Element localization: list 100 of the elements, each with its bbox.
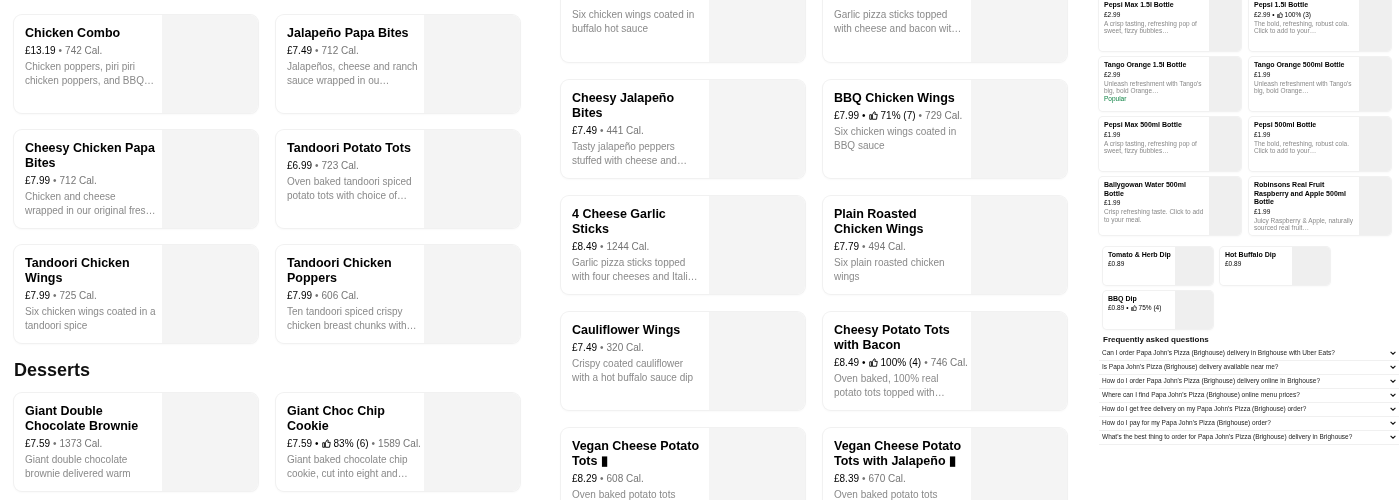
rating-text: 71% (7) [880, 109, 916, 122]
item-title: 4 Cheese Garlic Sticks [572, 207, 667, 237]
menu-item-card[interactable]: Tandoori Chicken Wings £7.99 • 725 Cal. Six chicken wings coated in a tandoori spice [14, 245, 258, 343]
item-title: Vegan Cheese Potato Tots ▮ [572, 439, 701, 469]
thumbs-up-icon [868, 111, 878, 120]
menu-item-card[interactable]: Chicken Combo £13.19 • 742 Cal. Chicken poppers, piri piri chicken poppers, and BBQ… [14, 15, 258, 113]
item-description: Jalapeños, cheese and ranch sauce wrapped in ou… [287, 60, 418, 88]
item-description: Giant baked chocolate chip cookie, cut into eight and… [287, 453, 409, 481]
item-price: £7.99 [25, 289, 51, 302]
separator: • [600, 341, 604, 354]
item-calories: 441 Cal. [606, 124, 644, 137]
rating-text: 83% (6) [333, 437, 369, 450]
item-description: Oven baked, 100% real potato tots topped with… [834, 372, 946, 400]
chevron-down-icon [1390, 365, 1396, 369]
item-calories: 712 Cal. [321, 44, 359, 57]
item-calories: 729 Cal. [925, 109, 963, 122]
item-description: Six chicken wings coated in buffalo hot sauce [572, 8, 696, 36]
item-title: Cauliflower Wings [572, 323, 682, 338]
chevron-down-icon [1390, 351, 1396, 355]
item-calories: 494 Cal. [868, 240, 906, 253]
item-calories: 725 Cal. [59, 289, 97, 302]
menu-item-card[interactable]: BBQ Chicken Wings £7.99 • 71% (7) • 729 Cal. Six chicken wings coated in BBQ sauce [823, 80, 1067, 178]
item-description: Crispy coated cauliflower with a hot buffalo sauce dip [572, 357, 694, 385]
menu-item-card[interactable]: Jalapeño Papa Bites £7.49 • 712 Cal. Jalapeños, cheese and ranch sauce wrapped in ou… [276, 15, 520, 113]
separator: • [918, 109, 923, 122]
menu-item-card[interactable]: Tandoori Chicken Poppers £7.99 • 606 Cal. Ten tandoori spiced crispy chicken breast chunks with… [276, 245, 520, 343]
item-calories: 723 Cal. [321, 159, 359, 172]
separator: • [315, 159, 319, 172]
separator: • [862, 240, 866, 253]
menu-item-card[interactable]: Plain Roasted Chicken Wings £7.79 • 494 Cal. Six plain roasted chicken wings [823, 196, 1067, 294]
separator: • [862, 109, 866, 122]
chevron-down-icon [1390, 393, 1396, 397]
separator: • [600, 124, 604, 137]
item-description: Oven baked potato tots [572, 488, 677, 500]
item-description: Garlic pizza sticks topped with cheese and bacon wit… [834, 8, 963, 36]
separator: • [371, 437, 376, 450]
item-description: Oven baked tandoori spiced potato tots with choice of… [287, 175, 413, 203]
thumbs-up-icon [1130, 305, 1137, 311]
item-calories: 746 Cal. [930, 356, 968, 369]
separator: • [315, 44, 319, 57]
menu-item-card[interactable]: Six chicken wings coated in buffalo hot sauce [561, 0, 805, 62]
item-title: Cheesy Jalapeño Bites [572, 91, 676, 121]
item-price: £6.99 [287, 159, 313, 172]
thumbs-up-icon [868, 358, 878, 367]
item-description: Six chicken wings coated in a tandoori spice [25, 305, 156, 333]
separator: • [53, 437, 57, 450]
separator: • [58, 44, 63, 57]
item-title: Jalapeño Papa Bites [287, 26, 410, 41]
item-title: Plain Roasted Chicken Wings [834, 207, 925, 237]
separator: • [315, 437, 319, 450]
separator: • [600, 472, 604, 485]
item-description: Tasty jalapeño peppers stuffed with cheese and… [572, 140, 688, 168]
menu-item-card[interactable]: Cheesy Jalapeño Bites £7.49 • 441 Cal. Tasty jalapeño peppers stuffed with cheese and… [561, 80, 805, 178]
item-calories: 742 Cal. [65, 44, 103, 57]
menu-item-card[interactable]: Giant Choc Chip Cookie £7.59 • 83% (6) • 1589 Cal. Giant baked chocolate chip cookie, cut into eight and… [276, 393, 520, 491]
item-title: Giant Double Chocolate Brownie [25, 404, 140, 434]
item-price: £7.79 [834, 240, 860, 253]
separator: • [600, 240, 604, 253]
menu-item-card[interactable]: 4 Cheese Garlic Sticks £8.49 • 1244 Cal. Garlic pizza sticks topped with four cheeses and Itali… [561, 196, 805, 294]
item-price: £13.19 [25, 44, 56, 57]
item-price: £7.99 [834, 109, 860, 122]
rating-text: 100% (4) [880, 356, 922, 369]
item-price: £8.29 [572, 472, 598, 485]
menu-item-card[interactable]: Vegan Cheese Potato Tots with Jalapeño ▮ £8.39 • 670 Cal. Oven baked potato tots [823, 428, 1067, 500]
item-price: £7.49 [572, 124, 598, 137]
menu-item-card[interactable]: Cheesy Potato Tots with Bacon £8.49 • 100% (4) • 746 Cal. Oven baked, 100% real potato tots topped with… [823, 312, 1067, 410]
menu-item-card[interactable]: Cauliflower Wings £7.49 • 320 Cal. Crispy coated cauliflower with a hot buffalo sauce dip [561, 312, 805, 410]
item-calories: 608 Cal. [606, 472, 644, 485]
item-description: Oven baked potato tots [834, 488, 939, 500]
separator: • [924, 356, 928, 369]
item-description: Chicken poppers, piri piri chicken poppers, and BBQ… [25, 60, 155, 88]
item-calories: 670 Cal. [868, 472, 906, 485]
item-title: Giant Choc Chip Cookie [287, 404, 386, 434]
chevron-down-icon [1390, 435, 1396, 439]
item-title: Vegan Cheese Potato Tots with Jalapeño ▮ [834, 439, 963, 469]
item-description: Giant double chocolate brownie delivered warm [25, 453, 132, 481]
item-title: Cheesy Chicken Papa Bites [25, 141, 156, 171]
chevron-down-icon [1390, 421, 1396, 425]
separator: • [315, 289, 319, 302]
item-calories: 1589 Cal. [378, 437, 421, 450]
item-title: Tandoori Potato Tots [287, 141, 412, 156]
item-calories: 606 Cal. [321, 289, 359, 302]
item-price: £7.59 [287, 437, 313, 450]
item-description: Six plain roasted chicken wings [834, 256, 946, 284]
item-calories: 320 Cal. [606, 341, 644, 354]
section-heading: Desserts [14, 359, 92, 381]
item-description: Chicken and cheese wrapped in our original fres… [25, 190, 156, 218]
menu-item-card[interactable]: Tandoori Potato Tots £6.99 • 723 Cal. Oven baked tandoori spiced potato tots with choice of… [276, 130, 520, 228]
menu-item-card[interactable]: Cheesy Chicken Papa Bites £7.99 • 712 Cal. Chicken and cheese wrapped in our original fres… [14, 130, 258, 228]
item-description: Ten tandoori spiced crispy chicken breast chunks with… [287, 305, 418, 333]
menu-item-card[interactable]: Vegan Cheese Potato Tots ▮ £8.29 • 608 Cal. Oven baked potato tots [561, 428, 805, 500]
menu-item-card[interactable]: Giant Double Chocolate Brownie £7.59 • 1373 Cal. Giant double chocolate brownie delivered warm [14, 393, 258, 491]
item-title: Cheesy Potato Tots with Bacon [834, 323, 951, 353]
menu-item-card[interactable]: Garlic pizza sticks topped with cheese and bacon wit… [823, 0, 1067, 62]
thumbs-up-icon [1276, 11, 1283, 18]
item-calories: 1244 Cal. [606, 240, 650, 253]
item-title: Chicken Combo [25, 26, 122, 41]
separator: • [53, 289, 57, 302]
item-price: £7.59 [25, 437, 51, 450]
item-title: BBQ Chicken Wings [834, 91, 956, 106]
